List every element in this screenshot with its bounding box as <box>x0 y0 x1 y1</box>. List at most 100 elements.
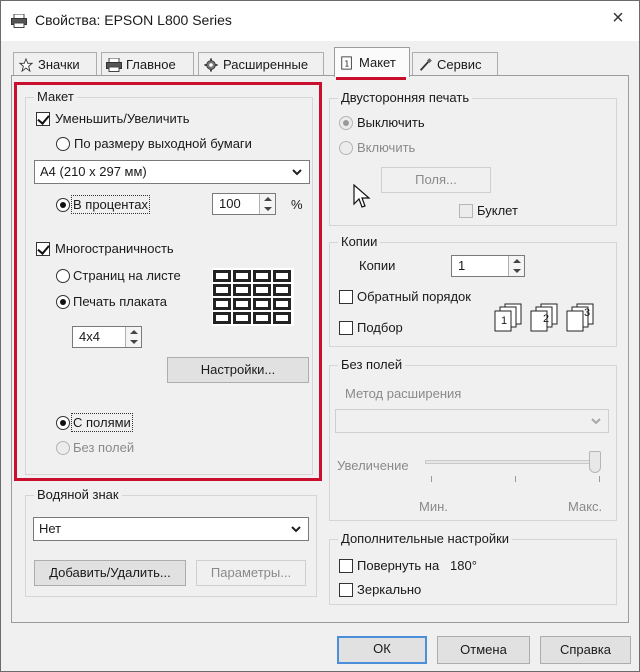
percent-value: 100 <box>219 196 241 211</box>
rotate-180-checkbox[interactable] <box>339 559 353 573</box>
brush-icon <box>419 57 432 71</box>
multipage-checkbox[interactable] <box>36 242 50 256</box>
rotate-180-label: Повернуть на 180° <box>357 558 477 573</box>
slider-tick <box>515 476 516 482</box>
watermark-parameters-button[interactable]: Параметры... <box>196 560 306 586</box>
group-title: Двусторонняя печать <box>338 90 473 105</box>
spinner-arrows[interactable] <box>508 256 524 276</box>
borderless-label: Без полей <box>73 440 135 455</box>
tab-icons[interactable]: Значки <box>13 52 97 76</box>
tab-advanced[interactable]: Расширенные <box>198 52 324 76</box>
tab-label: Сервис <box>437 57 482 72</box>
reverse-order-checkbox[interactable] <box>339 290 353 304</box>
percent-spinner[interactable]: 100 <box>212 193 276 215</box>
slider-tick <box>599 476 600 482</box>
spinner-arrows[interactable] <box>259 194 275 214</box>
mouse-cursor-icon <box>353 184 371 208</box>
poster-radio[interactable] <box>56 295 70 309</box>
percent-unit: % <box>291 197 303 212</box>
group-title: Макет <box>34 89 77 104</box>
slider-max-label: Макс. <box>568 499 603 514</box>
chevron-down-icon <box>292 169 302 176</box>
booklet-checkbox[interactable] <box>459 204 473 218</box>
slider-min-label: Мин. <box>419 499 448 514</box>
percent-label: В процентах <box>70 195 151 214</box>
spinner-arrows[interactable] <box>125 327 141 347</box>
fit-to-output-radio[interactable] <box>56 137 70 151</box>
copies-spinner[interactable]: 1 <box>451 255 525 277</box>
gear-icon <box>204 57 218 72</box>
duplex-off-radio[interactable] <box>339 116 353 130</box>
chevron-down-icon <box>291 526 301 533</box>
collate-set-icon: 3 <box>565 303 599 333</box>
pages-per-sheet-radio[interactable] <box>56 269 70 283</box>
group-title: Без полей <box>338 357 406 372</box>
collate-set-icon: 2 <box>529 303 563 333</box>
collate-label: Подбор <box>357 320 403 335</box>
collate-number: 2 <box>543 313 550 325</box>
expansion-method-label: Метод расширения <box>345 386 462 401</box>
increase-label: Увеличение <box>337 458 409 473</box>
add-remove-watermark-button[interactable]: Добавить/Удалить... <box>34 560 186 586</box>
ok-button[interactable]: ОК <box>337 636 427 664</box>
title-bar: Свойства: EPSON L800 Series × <box>1 1 639 41</box>
close-icon: × <box>612 7 624 29</box>
group-title: Водяной знак <box>34 487 122 502</box>
duplex-margins-button[interactable]: Поля... <box>381 167 491 193</box>
mirror-label: Зеркально <box>357 582 422 597</box>
help-button[interactable]: Справка <box>540 636 631 664</box>
poster-size-spinner[interactable]: 4x4 <box>72 326 142 348</box>
pages-per-sheet-label: Страниц на листе <box>73 268 181 283</box>
reverse-order-label: Обратный порядок <box>357 289 471 304</box>
with-margins-label: С полями <box>71 413 133 432</box>
tab-label: Главное <box>126 57 176 72</box>
settings-button[interactable]: Настройки... <box>167 357 309 383</box>
close-button[interactable]: × <box>601 5 635 31</box>
printer-app-icon <box>11 14 27 28</box>
booklet-label: Буклет <box>477 203 518 218</box>
increase-slider-track[interactable] <box>425 460 601 464</box>
collate-checkbox[interactable] <box>339 321 353 335</box>
chevron-down-icon <box>591 418 601 425</box>
group-title: Копии <box>338 234 381 249</box>
watermark-select[interactable]: Нет <box>33 517 309 541</box>
expansion-method-select[interactable] <box>335 409 609 433</box>
page-icon: 1 <box>341 55 352 70</box>
svg-text:1: 1 <box>344 59 349 68</box>
multipage-label: Многостраничность <box>55 241 174 256</box>
tab-main[interactable]: Главное <box>101 52 194 76</box>
star-icon <box>18 57 34 72</box>
mirror-checkbox[interactable] <box>339 583 353 597</box>
poster-label: Печать плаката <box>73 294 168 309</box>
poster-size-value: 4x4 <box>79 329 100 344</box>
copies-label: Копии <box>359 258 396 273</box>
tab-layout[interactable]: 1 Макет <box>334 47 410 77</box>
group-title: Дополнительные настройки <box>338 531 513 546</box>
paper-size-select[interactable]: A4 (210 x 297 мм) <box>34 160 310 184</box>
poster-grid-icon <box>212 268 294 326</box>
fit-to-output-label: По размеру выходной бумаги <box>74 136 252 151</box>
duplex-on-radio[interactable] <box>339 141 353 155</box>
watermark-value: Нет <box>39 521 62 536</box>
reduce-enlarge-checkbox[interactable] <box>36 112 50 126</box>
increase-slider-thumb[interactable] <box>589 451 601 473</box>
tab-label: Значки <box>38 57 80 72</box>
collate-set-icon: 1 <box>493 303 527 333</box>
active-tab-highlight <box>336 77 406 80</box>
printer-properties-window: Свойства: EPSON L800 Series × Значки Гла… <box>0 0 640 672</box>
percent-radio[interactable] <box>56 198 70 212</box>
tab-label: Макет <box>359 55 396 70</box>
collate-number: 1 <box>501 315 508 327</box>
paper-size-value: A4 (210 x 297 мм) <box>40 164 147 179</box>
tab-service[interactable]: Сервис <box>412 52 498 76</box>
printer-icon <box>106 57 122 72</box>
cancel-button[interactable]: Отмена <box>437 636 530 664</box>
duplex-on-label: Включить <box>357 140 416 155</box>
borderless-radio[interactable] <box>56 441 70 455</box>
collate-number: 3 <box>584 307 591 319</box>
with-margins-radio[interactable] <box>56 416 70 430</box>
window-title: Свойства: EPSON L800 Series <box>35 12 232 28</box>
copies-value: 1 <box>458 258 466 273</box>
duplex-off-label: Выключить <box>357 115 425 130</box>
slider-tick <box>431 476 432 482</box>
